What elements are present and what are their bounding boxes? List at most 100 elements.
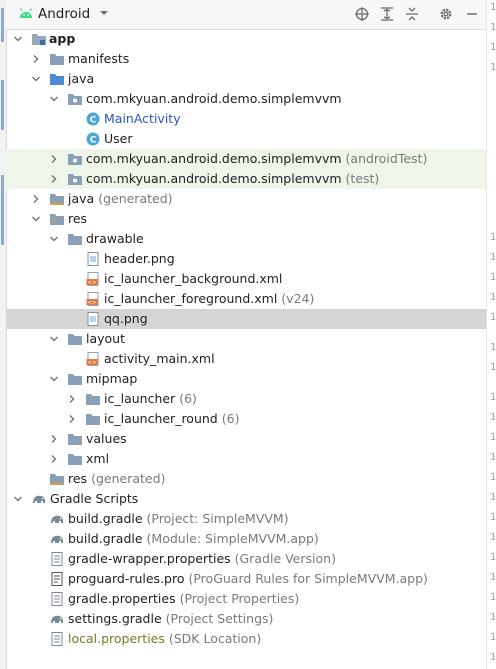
folder-icon xyxy=(68,234,82,245)
chevron-down-icon[interactable] xyxy=(12,33,24,45)
gradle-elephant-icon xyxy=(51,535,64,543)
gutter-line-number: 1 xyxy=(490,272,496,283)
tree-row-res-generated[interactable]: res (generated) xyxy=(6,469,486,489)
tree-label: ic_launcher_background.xml xyxy=(104,271,283,286)
gutter-line-number: 1 xyxy=(490,392,496,403)
svg-text:C: C xyxy=(90,136,97,146)
tree-label: qq.png xyxy=(104,311,148,326)
tree-row-res[interactable]: res xyxy=(6,209,486,229)
tree-label: layout xyxy=(86,331,126,346)
chevron-right-icon[interactable] xyxy=(66,393,78,405)
tree-row-package-test[interactable]: com.mkyuan.android.demo.simplemvvm (test… xyxy=(6,169,486,189)
gutter-line-number: 1 xyxy=(490,342,496,353)
tree-row-mipmap[interactable]: mipmap xyxy=(6,369,486,389)
tree-row-qq-png[interactable]: qq.png xyxy=(6,309,486,329)
chevron-right-icon[interactable] xyxy=(48,453,60,465)
chevron-right-icon[interactable] xyxy=(66,413,78,425)
project-view-header: Android xyxy=(6,0,486,30)
tree-row-settings-gradle[interactable]: settings.gradle (Project Settings) xyxy=(6,609,486,629)
tree-row-ic-launcher-background[interactable]: <> ic_launcher_background.xml xyxy=(6,269,486,289)
tree-label: manifests xyxy=(68,51,130,66)
tree-row-values[interactable]: values xyxy=(6,429,486,449)
tree-row-local-properties[interactable]: local.properties (SDK Location) xyxy=(6,629,486,649)
tree-row-layout[interactable]: layout xyxy=(6,329,486,349)
chevron-down-icon[interactable] xyxy=(48,373,60,385)
gutter-line-number: 1 xyxy=(490,592,496,603)
project-tab-marker[interactable] xyxy=(1,8,4,42)
gutter-line-number: 1 xyxy=(490,512,496,523)
minimize-icon[interactable] xyxy=(464,6,480,22)
tree-row-java-generated[interactable]: java (generated) xyxy=(6,189,486,209)
gutter-line-number: 1 xyxy=(490,652,496,663)
tree-row-gradle-scripts[interactable]: Gradle Scripts xyxy=(6,489,486,509)
class-icon: C xyxy=(86,132,100,146)
properties-file-icon xyxy=(51,552,63,566)
tree-label: java (generated) xyxy=(68,191,173,206)
gutter-line-number: 1 xyxy=(490,452,496,463)
chevron-down-icon[interactable] xyxy=(48,333,60,345)
tree-row-build-gradle-project[interactable]: build.gradle (Project: SimpleMVVM) xyxy=(6,509,486,529)
gutter-line-number: 1 xyxy=(490,552,496,563)
tree-label: ic_launcher_foreground.xml (v24) xyxy=(104,291,315,306)
tree-row-xml[interactable]: xml xyxy=(6,449,486,469)
gradle-elephant-icon xyxy=(51,515,64,523)
tree-row-manifests[interactable]: manifests xyxy=(6,49,486,69)
gutter-line-number: 1 xyxy=(490,572,496,583)
chevron-right-icon[interactable] xyxy=(30,193,42,205)
tree-row-proguard-rules[interactable]: proguard-rules.pro (ProGuard Rules for S… xyxy=(6,569,486,589)
tree-label: gradle-wrapper.properties (Gradle Versio… xyxy=(68,551,336,566)
tree-row-ic-launcher-foreground[interactable]: <> ic_launcher_foreground.xml (v24) xyxy=(6,289,486,309)
text-file-icon xyxy=(51,572,63,586)
tree-row-package[interactable]: com.mkyuan.android.demo.simplemvvm xyxy=(6,89,486,109)
class-icon: C xyxy=(86,112,100,126)
image-file-icon xyxy=(87,312,99,326)
xml-file-icon: <> xyxy=(86,272,99,286)
chevron-right-icon[interactable] xyxy=(48,153,60,165)
tree-row-app[interactable]: app xyxy=(6,29,486,49)
folder-icon xyxy=(68,334,82,345)
tree-row-header-png[interactable]: header.png xyxy=(6,249,486,269)
svg-text:<>: <> xyxy=(87,280,97,286)
gradle-elephant-icon xyxy=(51,615,64,623)
tree-row-gradle-properties[interactable]: gradle.properties (Project Properties) xyxy=(6,589,486,609)
gear-icon[interactable] xyxy=(438,6,454,22)
tree-row-ic-launcher[interactable]: ic_launcher (6) xyxy=(6,389,486,409)
collapse-all-icon[interactable] xyxy=(404,6,420,22)
package-icon xyxy=(68,154,82,165)
expand-all-icon[interactable] xyxy=(379,6,395,22)
tree-row-ic-launcher-round[interactable]: ic_launcher_round (6) xyxy=(6,409,486,429)
tree-row-build-gradle-module[interactable]: build.gradle (Module: SimpleMVVM.app) xyxy=(6,529,486,549)
svg-text:C: C xyxy=(90,116,97,126)
tree-row-mainactivity[interactable]: C MainActivity xyxy=(6,109,486,129)
view-mode-title[interactable]: Android xyxy=(38,6,90,22)
chevron-right-icon[interactable] xyxy=(48,433,60,445)
tree-label: local.properties (SDK Location) xyxy=(68,631,262,646)
tree-row-user[interactable]: C User xyxy=(6,129,486,149)
resource-manager-tab-marker[interactable] xyxy=(1,175,4,245)
locate-file-icon[interactable] xyxy=(354,6,370,22)
tree-row-drawable[interactable]: drawable xyxy=(6,229,486,249)
gutter-line-number: 1 xyxy=(490,412,496,423)
tree-label: res (generated) xyxy=(68,471,166,486)
tree-label: com.mkyuan.android.demo.simplemvvm (test… xyxy=(86,171,380,186)
chevron-right-icon[interactable] xyxy=(30,53,42,65)
gutter-line-number: 1 xyxy=(490,252,496,263)
xml-file-icon: <> xyxy=(86,292,99,306)
tree-row-activity-main[interactable]: <> activity_main.xml xyxy=(6,349,486,369)
tree-label: mipmap xyxy=(86,371,138,386)
gutter-line-number: 1 xyxy=(490,42,496,53)
chevron-down-icon[interactable] xyxy=(48,93,60,105)
module-folder-icon xyxy=(32,34,46,45)
tree-label: User xyxy=(104,131,133,146)
chevron-down-icon[interactable] xyxy=(30,73,42,85)
chevron-down-icon[interactable] xyxy=(48,233,60,245)
commit-tab-marker[interactable] xyxy=(1,80,4,130)
view-mode-dropdown-icon[interactable] xyxy=(98,7,110,19)
tree-row-gradle-wrapper[interactable]: gradle-wrapper.properties (Gradle Versio… xyxy=(6,549,486,569)
tree-row-package-androidtest[interactable]: com.mkyuan.android.demo.simplemvvm (andr… xyxy=(6,149,486,169)
chevron-down-icon[interactable] xyxy=(12,493,24,505)
tree-label: app xyxy=(49,31,76,46)
chevron-right-icon[interactable] xyxy=(48,173,60,185)
chevron-down-icon[interactable] xyxy=(30,213,42,225)
tree-row-java[interactable]: java xyxy=(6,69,486,89)
